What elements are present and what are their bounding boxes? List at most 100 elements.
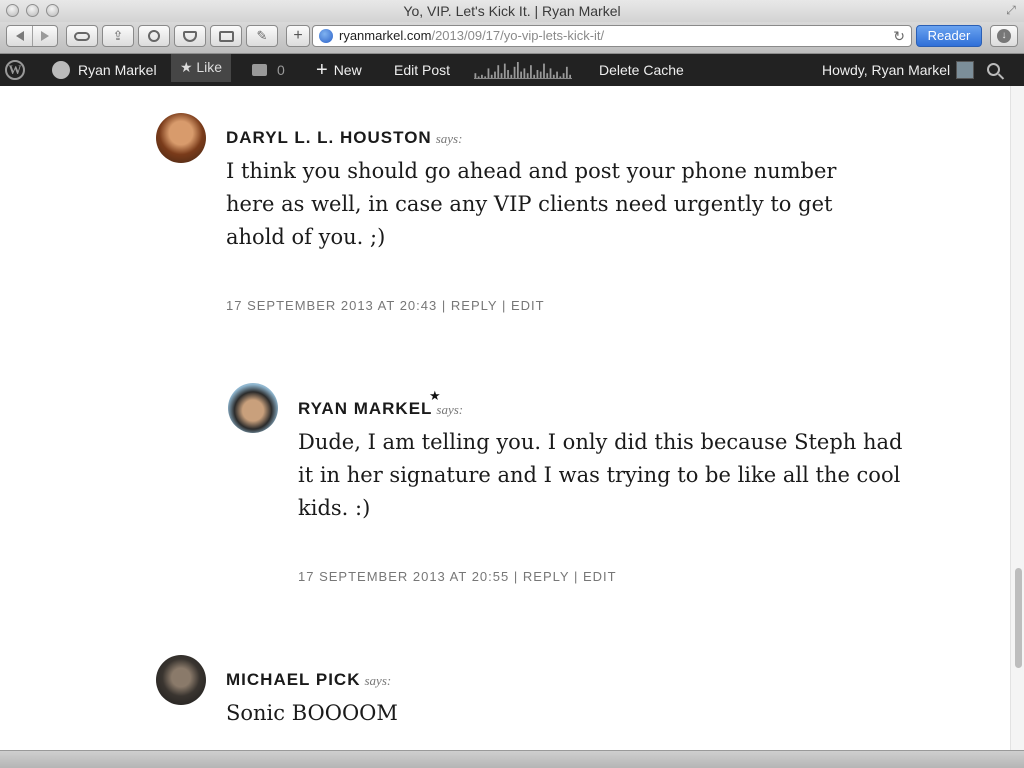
icloud-tabs-button[interactable] xyxy=(66,25,98,47)
edit-link[interactable]: EDIT xyxy=(511,298,545,313)
reload-icon[interactable]: ↻ xyxy=(893,26,905,46)
back-forward-buttons xyxy=(6,25,58,47)
avatar[interactable] xyxy=(156,113,206,163)
avatar[interactable] xyxy=(156,655,206,705)
howdy-label: Howdy, Ryan Markel xyxy=(822,62,951,78)
star-icon: ★ xyxy=(429,388,441,403)
scrollbar-thumb[interactable] xyxy=(1015,568,1022,668)
comment-text: I think you should go ahead and post you… xyxy=(226,159,837,249)
sparkline-bar xyxy=(526,73,529,78)
sparkline-bar xyxy=(513,66,516,78)
sparkline-bar xyxy=(546,73,549,78)
new-tab-button[interactable]: + xyxy=(286,25,310,47)
share-icon: ⇪ xyxy=(112,28,124,43)
sparkline-bar xyxy=(503,63,506,78)
forward-button[interactable] xyxy=(32,26,57,46)
cloud-icon xyxy=(74,31,90,41)
separator: | xyxy=(573,569,579,584)
back-arrow-icon xyxy=(15,31,24,41)
stats-sparkline[interactable] xyxy=(474,61,572,79)
window-titlebar: Yo, VIP. Let's Kick It. | Ryan Markel ⤢ xyxy=(0,0,1024,22)
window-title: Yo, VIP. Let's Kick It. | Ryan Markel xyxy=(403,3,621,19)
sparkline-bar xyxy=(516,62,519,78)
plus-icon: + xyxy=(316,59,328,82)
wordpress-logo-icon[interactable]: W xyxy=(5,60,25,80)
separator: | xyxy=(441,298,447,313)
sparkline-bar xyxy=(562,73,565,78)
status-bar xyxy=(0,750,1024,768)
sparkline-bar xyxy=(569,74,571,78)
sparkline-bar xyxy=(477,76,480,78)
like-button[interactable]: ★ Like xyxy=(171,54,231,82)
sparkline-bar xyxy=(530,65,532,78)
sparkline-bar xyxy=(523,68,526,78)
separator: | xyxy=(513,569,519,584)
new-label: New xyxy=(333,62,362,78)
sparkline-bar xyxy=(510,74,513,78)
sparkline-bar xyxy=(520,71,522,78)
avatar[interactable] xyxy=(228,383,278,433)
pocket-button[interactable] xyxy=(174,25,206,47)
sparkline-bar xyxy=(487,68,490,78)
pocket-icon xyxy=(183,30,197,42)
says-label: says: xyxy=(364,673,392,688)
comment-meta: 17 SEPTEMBER 2013 AT 20:55 | REPLY | EDI… xyxy=(298,569,617,584)
globe-icon xyxy=(52,61,70,80)
comment-author[interactable]: DARYL L. L. HOUSTON says: xyxy=(226,128,462,148)
browser-toolbar: ⇪ ✎ + ryanmarkel.com/2013/09/17/yo-vip-l… xyxy=(0,22,1024,54)
sidebar-button[interactable] xyxy=(210,25,242,47)
sparkline-bar xyxy=(507,70,509,78)
sparkline-bar xyxy=(552,74,555,78)
sparkline-bar xyxy=(500,73,503,78)
my-account-menu[interactable]: Howdy, Ryan Markel xyxy=(822,54,975,86)
comment-author[interactable]: MICHAEL PICK says: xyxy=(226,670,391,690)
sparkline-bar xyxy=(490,74,493,78)
edit-link[interactable]: EDIT xyxy=(583,569,617,584)
comment-text: Sonic BOOOOM xyxy=(226,701,398,725)
says-label: says: xyxy=(435,131,463,146)
wrench-icon: ✎ xyxy=(256,28,268,43)
separator: | xyxy=(501,298,507,313)
edit-post-link[interactable]: Edit Post xyxy=(394,54,450,86)
share-button[interactable]: ⇪ xyxy=(102,25,134,47)
address-bar[interactable]: ryanmarkel.com/2013/09/17/yo-vip-lets-ki… xyxy=(312,25,912,47)
comment-text: Dude, I am telling you. I only did this … xyxy=(298,430,903,520)
comments-link[interactable]: 0 xyxy=(252,54,285,86)
sparkline-bar xyxy=(536,70,539,78)
author-name: RYAN MARKEL xyxy=(298,399,433,418)
comment-meta: 17 SEPTEMBER 2013 AT 20:43 | REPLY | EDI… xyxy=(226,298,545,313)
reply-link[interactable]: REPLY xyxy=(451,298,497,313)
sidebar-icon xyxy=(218,30,234,42)
url-path: /2013/09/17/yo-vip-lets-kick-it/ xyxy=(431,28,605,43)
plus-icon: + xyxy=(293,27,303,44)
downloads-button[interactable]: ↓ xyxy=(990,25,1018,47)
site-name: Ryan Markel xyxy=(78,62,157,78)
sparkline-bar xyxy=(494,71,496,78)
delete-cache-link[interactable]: Delete Cache xyxy=(599,54,684,86)
sparkline-bar xyxy=(533,74,536,78)
vertical-scrollbar[interactable] xyxy=(1010,86,1024,750)
sparkline-bar xyxy=(484,76,487,78)
extension-button[interactable] xyxy=(138,25,170,47)
reader-button[interactable]: Reader xyxy=(916,25,982,47)
sparkline-bar xyxy=(556,71,558,78)
site-name-link[interactable]: Ryan Markel xyxy=(52,54,157,86)
sparkline-bar xyxy=(543,63,545,78)
url-domain: ryanmarkel.com xyxy=(339,28,432,43)
back-button[interactable] xyxy=(7,26,32,46)
comment-date-link[interactable]: 17 SEPTEMBER 2013 AT 20:55 xyxy=(298,569,509,584)
tools-button[interactable]: ✎ xyxy=(246,25,278,47)
download-icon: ↓ xyxy=(997,29,1011,43)
sparkline-bar xyxy=(481,74,483,78)
author-name: DARYL L. L. HOUSTON xyxy=(226,128,432,147)
new-content-link[interactable]: + New xyxy=(316,54,362,86)
sparkline-bar xyxy=(559,76,562,78)
fullscreen-icon[interactable]: ⤢ xyxy=(1004,3,1018,17)
wp-admin-bar: W Ryan Markel ★ Like 0 + New Edit Post De… xyxy=(0,54,1024,86)
comments-section: DARYL L. L. HOUSTON says: I think you sho… xyxy=(0,86,1010,750)
forward-arrow-icon xyxy=(41,31,49,41)
sparkline-bar xyxy=(539,71,542,78)
comment-date-link[interactable]: 17 SEPTEMBER 2013 AT 20:43 xyxy=(226,298,437,313)
reply-link[interactable]: REPLY xyxy=(523,569,569,584)
search-icon[interactable] xyxy=(987,63,1000,76)
